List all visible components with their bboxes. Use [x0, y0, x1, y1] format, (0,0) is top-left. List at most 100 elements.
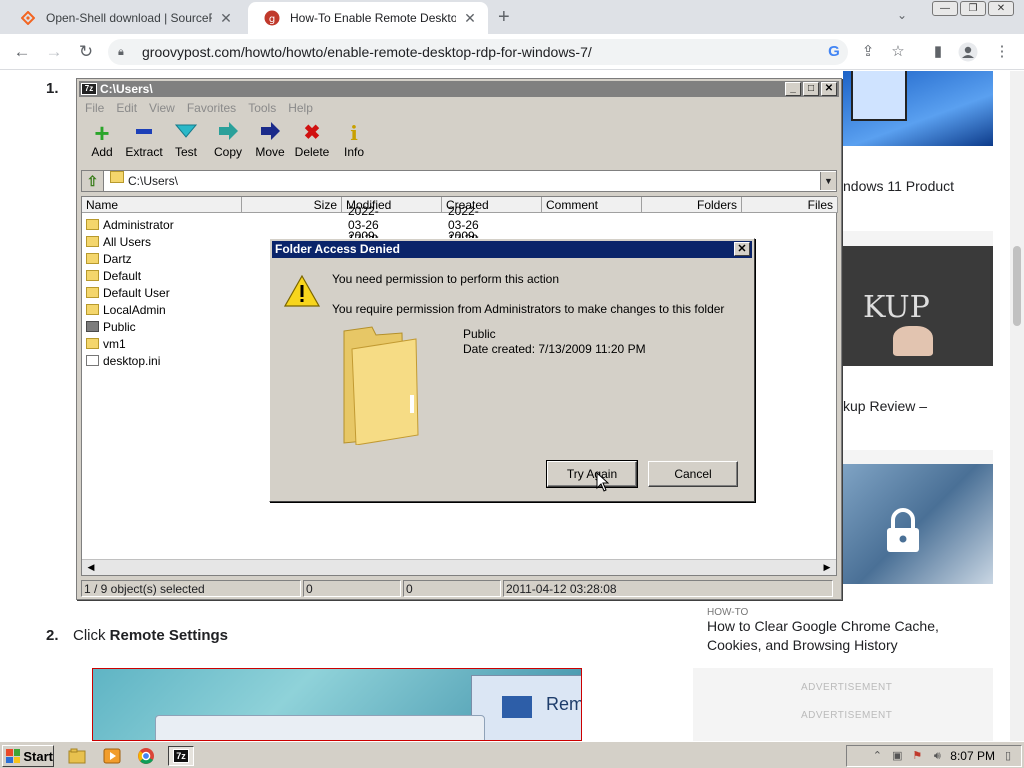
- new-tab-button[interactable]: +: [498, 7, 510, 27]
- mouse-cursor-icon: [596, 472, 610, 492]
- add-button[interactable]: + Add: [81, 120, 123, 163]
- hand-decoration: [893, 326, 933, 356]
- card-title: ndows 11 Product: [843, 178, 955, 194]
- copy-button[interactable]: Copy: [207, 121, 249, 163]
- close-icon[interactable]: ✕: [821, 82, 837, 96]
- menu-file[interactable]: File: [81, 99, 108, 117]
- url-text: groovypost.com/howto/howto/enable-remote…: [142, 44, 592, 60]
- horizontal-scrollbar[interactable]: ◀ ▶: [82, 559, 836, 575]
- tab-search-icon[interactable]: ⌄: [897, 8, 907, 22]
- file-row[interactable]: All Users2009-07-14 09:082009-07-14 09:0…: [86, 229, 479, 271]
- bookmark-star-icon[interactable]: ☆: [888, 42, 908, 62]
- chrome-taskbar-icon[interactable]: [135, 746, 157, 766]
- advertisement-label: ADVERTISEMENT: [801, 710, 893, 721]
- tab-open-shell[interactable]: Open-Shell download | SourceForge ✕: [4, 2, 244, 34]
- google-lens-icon[interactable]: G: [824, 42, 844, 62]
- info-label: Info: [343, 145, 364, 159]
- close-window-icon[interactable]: ✕: [988, 1, 1014, 16]
- column-files[interactable]: Files: [742, 197, 838, 213]
- path-dropdown-arrow[interactable]: ▼: [820, 172, 836, 190]
- file-row[interactable]: desktop.ini: [86, 352, 160, 369]
- clock[interactable]: 8:07 PM: [950, 749, 995, 763]
- column-size[interactable]: Size: [242, 197, 342, 213]
- profile-avatar-icon[interactable]: [958, 42, 978, 62]
- try-again-button[interactable]: Try Again: [546, 460, 638, 488]
- tab-title: Open-Shell download | SourceForge: [46, 11, 212, 25]
- tab-remote-desktop[interactable]: g How-To Enable Remote Desktop RD ✕: [248, 2, 488, 34]
- dialog-title-bar[interactable]: Folder Access Denied ✕: [272, 241, 752, 258]
- file-row[interactable]: vm1: [86, 335, 126, 352]
- close-tab-icon[interactable]: ✕: [218, 10, 234, 27]
- scroll-left-icon[interactable]: ◀: [84, 561, 98, 574]
- add-label: Add: [91, 145, 113, 159]
- card-title: How to Clear Google Chrome Cache, Cookie…: [707, 618, 939, 653]
- share-icon[interactable]: ⇪: [858, 42, 878, 62]
- move-icon: [259, 121, 281, 145]
- file-row[interactable]: LocalAdmin: [86, 301, 166, 318]
- minimize-icon[interactable]: —: [932, 1, 958, 16]
- caption-buttons: _ □ ✕: [785, 82, 837, 96]
- menu-tools[interactable]: Tools: [244, 99, 280, 117]
- volume-icon[interactable]: 🔊︎: [930, 749, 944, 763]
- scroll-right-icon[interactable]: ▶: [820, 561, 834, 574]
- file-row[interactable]: Dartz: [86, 250, 132, 267]
- maximize-icon[interactable]: □: [803, 82, 819, 96]
- groovypost-icon: g: [264, 10, 280, 26]
- file-icon: [86, 355, 99, 366]
- column-name[interactable]: Name: [82, 197, 242, 213]
- forward-icon[interactable]: →: [44, 42, 64, 62]
- cancel-button[interactable]: Cancel: [648, 461, 738, 487]
- side-panel-icon[interactable]: ▮: [928, 42, 948, 62]
- copy-icon: [217, 121, 239, 145]
- reload-icon[interactable]: ↻: [76, 42, 96, 62]
- 7zip-menu-bar: File Edit View Favorites Tools Help: [81, 99, 317, 117]
- start-label: Start: [23, 748, 53, 764]
- menu-view[interactable]: View: [145, 99, 179, 117]
- path-combobox[interactable]: C:\Users\: [104, 171, 820, 188]
- step-2-prefix: Click: [73, 627, 110, 644]
- minimize-icon[interactable]: _: [785, 82, 801, 96]
- delete-label: Delete: [294, 145, 330, 159]
- start-button[interactable]: Start: [2, 745, 54, 767]
- show-hidden-icons-icon[interactable]: ⌃: [870, 749, 884, 763]
- up-folder-button[interactable]: ⇧: [82, 171, 104, 191]
- menu-help[interactable]: Help: [284, 99, 317, 117]
- screenshot-label: Remo: [546, 694, 581, 714]
- 7zip-taskbar-button[interactable]: 7z: [168, 746, 194, 766]
- folder-icon: [86, 270, 99, 281]
- dialog-message-2: You require permission from Administrato…: [332, 302, 725, 316]
- scroll-thumb[interactable]: [1013, 246, 1021, 326]
- step-2-bold: Remote Settings: [109, 627, 229, 644]
- restore-icon[interactable]: ❐: [960, 1, 986, 16]
- move-button[interactable]: Move: [249, 121, 291, 163]
- explorer-icon[interactable]: [66, 746, 88, 766]
- 7zip-title-bar[interactable]: 7z C:\Users\ _ □ ✕: [79, 81, 839, 97]
- 7zip-toolbar: + Add Extract Test Copy Move ✖ Delete i Inf…: [81, 120, 375, 163]
- page-scrollbar[interactable]: [1010, 71, 1024, 741]
- delete-button[interactable]: ✖ Delete: [291, 121, 333, 163]
- file-row[interactable]: Administrator2022-03-26 17:302022-03-26 …: [86, 204, 479, 246]
- file-row[interactable]: Default: [86, 267, 141, 284]
- chrome-menu-icon[interactable]: ⋮: [992, 42, 1012, 62]
- info-button[interactable]: i Info: [333, 121, 375, 163]
- file-row[interactable]: Default User: [86, 284, 170, 301]
- menu-edit[interactable]: Edit: [112, 99, 141, 117]
- address-bar[interactable]: 🔒︎ groovypost.com/howto/howto/enable-rem…: [108, 39, 848, 65]
- padlock-icon: [887, 508, 919, 552]
- card-thumbnail: [843, 71, 993, 146]
- test-button[interactable]: Test: [165, 121, 207, 163]
- back-icon[interactable]: ←: [12, 42, 32, 62]
- file-row[interactable]: Public: [86, 318, 136, 335]
- show-desktop-icon[interactable]: ▯: [1001, 749, 1015, 763]
- 7zip-app-icon: 7z: [81, 83, 97, 95]
- column-folders[interactable]: Folders: [642, 197, 742, 213]
- close-tab-icon[interactable]: ✕: [462, 10, 478, 27]
- dialog-close-icon[interactable]: ✕: [734, 242, 750, 256]
- menu-favorites[interactable]: Favorites: [183, 99, 240, 117]
- action-center-icon[interactable]: ⚑: [910, 749, 924, 763]
- extract-button[interactable]: Extract: [123, 121, 165, 163]
- media-player-icon[interactable]: [101, 746, 123, 766]
- column-comment[interactable]: Comment: [542, 197, 642, 213]
- network-icon[interactable]: ▣: [890, 749, 904, 763]
- folder-icon: [86, 338, 99, 349]
